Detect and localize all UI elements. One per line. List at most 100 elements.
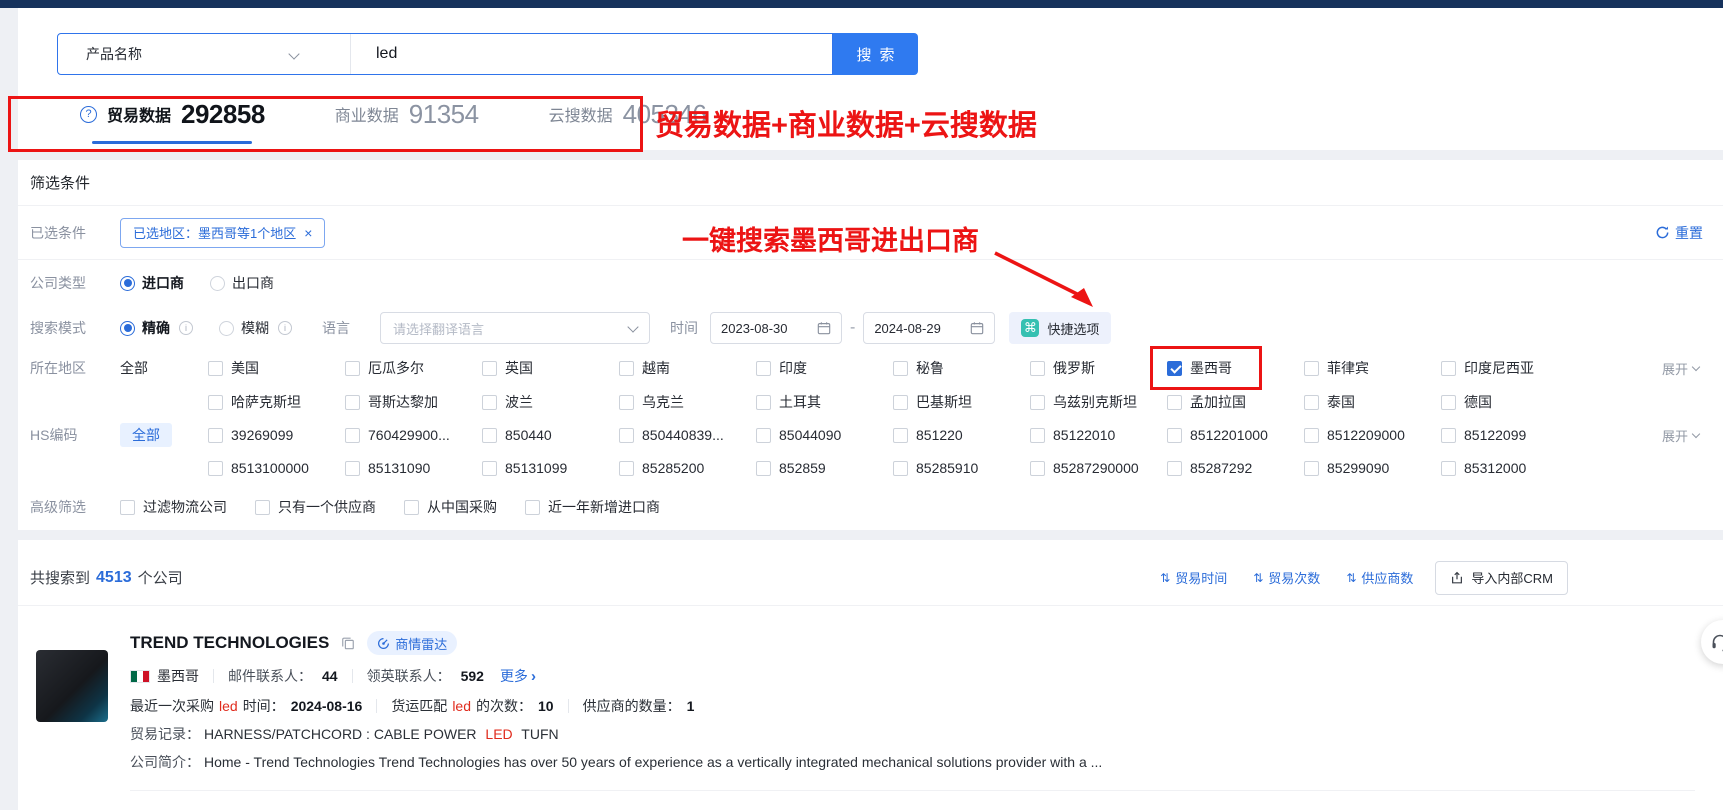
checkbox-label: 英国 [505, 358, 533, 378]
results-summary-row: 共搜索到 4513 个公司 ⇅ 贸易时间 ⇅ 贸易次数 ⇅ 供应商数 [18, 540, 1723, 606]
data-tab[interactable]: ? 贸易数据 292858 [80, 89, 265, 144]
hs-code-checkbox[interactable]: 8512209000 [1304, 427, 1441, 443]
hs-code-checkbox[interactable]: 85287292 [1167, 460, 1304, 476]
hs-code-checkbox[interactable]: 85122099 [1441, 427, 1578, 443]
business-radar-badge[interactable]: 商情雷达 [367, 631, 457, 655]
quick-options-button[interactable]: ⌘ 快捷选项 [1009, 312, 1111, 344]
help-icon[interactable]: ? [80, 106, 97, 123]
hs-code-checkbox[interactable]: 850440839... [619, 427, 756, 443]
checkbox-label: 厄瓜多尔 [368, 358, 424, 378]
radio-icon [120, 276, 135, 291]
checkbox-label: 760429900... [368, 427, 450, 443]
top-navigation-bar [0, 0, 1723, 8]
country-checkbox[interactable]: 越南 [619, 358, 756, 378]
country-checkbox[interactable]: 泰国 [1304, 392, 1441, 412]
hs-code-checkbox[interactable]: 852859 [756, 460, 893, 476]
checkbox-label: 39269099 [231, 427, 293, 443]
hs-code-checkbox[interactable]: 39269099 [208, 427, 345, 443]
copy-icon[interactable] [341, 636, 355, 650]
country-checkbox[interactable]: 印度尼西亚 [1441, 358, 1578, 378]
checkbox-label: 过滤物流公司 [143, 497, 227, 517]
sort-button[interactable]: ⇅ 供应商数 [1346, 568, 1413, 587]
hs-code-checkbox[interactable]: 85044090 [756, 427, 893, 443]
country-checkbox[interactable]: 乌兹别克斯坦 [1030, 392, 1167, 412]
country-checkbox[interactable]: 菲律宾 [1304, 358, 1441, 378]
country-checkbox[interactable]: 孟加拉国 [1167, 392, 1304, 412]
advanced-filter-checkbox[interactable]: 近一年新增进口商 [525, 497, 660, 517]
hs-code-checkbox[interactable]: 85285200 [619, 460, 756, 476]
reset-button[interactable]: 重置 [1655, 223, 1703, 243]
company-card[interactable]: TREND TECHNOLOGIES 商情雷达 墨西哥 邮件联系人： 44 领英… [18, 606, 1723, 791]
divider [352, 669, 353, 683]
divider [213, 669, 214, 683]
hs-code-checkbox[interactable]: 851220 [893, 427, 1030, 443]
company-name[interactable]: TREND TECHNOLOGIES [130, 633, 329, 653]
search-input[interactable] [351, 34, 832, 74]
hs-code-checkbox[interactable]: 85122010 [1030, 427, 1167, 443]
hs-code-checkbox[interactable]: 85131099 [482, 460, 619, 476]
country-checkbox[interactable]: 墨西哥 [1167, 358, 1304, 378]
advanced-filter-checkbox[interactable]: 只有一个供应商 [255, 497, 376, 517]
company-type-radio[interactable]: 进口商 [120, 273, 184, 293]
calendar-icon [817, 321, 831, 335]
region-label: 所在地区 [18, 358, 120, 378]
filter-panel: 筛选条件 已选条件 已选地区：墨西哥等1个地区 × 重置 公司类型 进口商 出口… [18, 160, 1723, 530]
country-checkbox[interactable]: 厄瓜多尔 [345, 358, 482, 378]
country-checkbox[interactable]: 哥斯达黎加 [345, 392, 482, 412]
region-all-button[interactable]: 全部 [120, 358, 208, 378]
refresh-icon [1655, 225, 1670, 240]
language-select[interactable]: 请选择翻译语言 [380, 312, 650, 344]
hs-code-checkbox[interactable]: 85312000 [1441, 460, 1578, 476]
sort-button[interactable]: ⇅ 贸易时间 [1160, 568, 1227, 587]
more-link[interactable]: 更多 › [500, 666, 536, 686]
country-checkbox[interactable]: 印度 [756, 358, 893, 378]
hs-code-checkbox[interactable]: 8513100000 [208, 460, 345, 476]
country-checkbox[interactable]: 乌克兰 [619, 392, 756, 412]
hs-checkbox-group-2: 8513100000 85131090 85131099 85285200 [208, 460, 1578, 476]
hs-expand-button[interactable]: 展开 [1662, 426, 1699, 445]
country-checkbox[interactable]: 巴基斯坦 [893, 392, 1030, 412]
region-expand-button[interactable]: 展开 [1662, 359, 1699, 378]
date-from-input[interactable]: 2023-08-30 [710, 312, 842, 344]
headset-icon [1710, 632, 1723, 652]
company-type-radio[interactable]: 出口商 [210, 273, 274, 293]
country-checkbox[interactable]: 秘鲁 [893, 358, 1030, 378]
country-checkbox[interactable]: 俄罗斯 [1030, 358, 1167, 378]
hs-code-checkbox[interactable]: 85299090 [1304, 460, 1441, 476]
search-panel: 产品名称 搜索 ? 贸易数据 292858 ? 商业数据 91354 ? 云搜数… [18, 8, 1723, 150]
selected-region-tag[interactable]: 已选地区：墨西哥等1个地区 × [120, 218, 325, 248]
country-checkbox[interactable]: 土耳其 [756, 392, 893, 412]
search-category-select[interactable]: 产品名称 [58, 34, 351, 74]
country-checkbox[interactable]: 波兰 [482, 392, 619, 412]
hs-code-checkbox[interactable]: 85131090 [345, 460, 482, 476]
advanced-filter-checkbox[interactable]: 从中国采购 [404, 497, 497, 517]
hs-code-checkbox[interactable]: 850440 [482, 427, 619, 443]
country-checkbox[interactable]: 英国 [482, 358, 619, 378]
sort-button[interactable]: ⇅ 贸易次数 [1253, 568, 1320, 587]
hs-code-checkbox[interactable]: 85287290000 [1030, 460, 1167, 476]
search-mode-radio[interactable]: 精确 i [120, 318, 193, 338]
search-button[interactable]: 搜索 [833, 33, 918, 75]
checkbox-icon [756, 361, 771, 376]
hs-code-checkbox[interactable]: 760429900... [345, 427, 482, 443]
country-checkbox[interactable]: 哈萨克斯坦 [208, 392, 345, 412]
hs-code-checkbox[interactable]: 8512201000 [1167, 427, 1304, 443]
search-mode-radio[interactable]: 模糊 i [219, 318, 292, 338]
hs-all-button[interactable]: 全部 [120, 423, 172, 447]
date-to-input[interactable]: 2024-08-29 [863, 312, 995, 344]
checkbox-label: 850440 [505, 427, 552, 443]
data-tab[interactable]: ? 云搜数据 405346 [549, 89, 707, 144]
hs-code-checkbox[interactable]: 85285910 [893, 460, 1030, 476]
checkbox-label: 印度尼西亚 [1464, 358, 1534, 378]
export-icon [1450, 571, 1464, 585]
info-icon[interactable]: i [179, 321, 193, 335]
import-crm-button[interactable]: 导入内部CRM [1435, 561, 1568, 595]
country-checkbox[interactable]: 德国 [1441, 392, 1578, 412]
company-trade-row: 贸易记录： HARNESS/PATCHCORD : CABLE POWER LE… [130, 720, 1695, 748]
close-icon[interactable]: × [304, 225, 312, 241]
radio-label: 出口商 [232, 273, 274, 293]
country-checkbox[interactable]: 美国 [208, 358, 345, 378]
advanced-filter-checkbox[interactable]: 过滤物流公司 [120, 497, 227, 517]
info-icon[interactable]: i [278, 321, 292, 335]
data-tab[interactable]: ? 商业数据 91354 [335, 89, 479, 144]
